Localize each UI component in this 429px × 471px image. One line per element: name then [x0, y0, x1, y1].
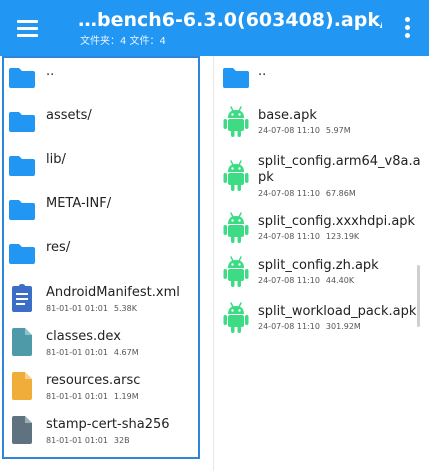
file-date: 81-01-01 01:01 [46, 348, 108, 357]
file-size: 32B [113, 436, 130, 445]
file-size: 5.97M [325, 126, 351, 135]
folder-icon [9, 156, 35, 176]
android-icon [223, 212, 249, 243]
list-item-parent-folder[interactable]: .. [4, 58, 198, 90]
android-icon [223, 302, 249, 333]
list-item-parent-folder[interactable]: .. [214, 58, 429, 90]
file-name: base.apk [258, 108, 317, 123]
file-name: assets/ [46, 108, 92, 123]
file-meta: 24-07-08 11:10 5.97M [258, 126, 351, 136]
xml-document-icon [12, 284, 32, 312]
file-name: .. [258, 64, 267, 79]
list-item-base-apk[interactable]: base.apk 24-07-08 11:10 5.97M [214, 102, 429, 142]
list-item-split-config-xxxhdpi[interactable]: split_config.xxxhdpi.apk 24-07-08 11:10 1… [214, 208, 429, 248]
list-item-split-config-arm64[interactable]: split_config.arm64_v8a.apk 24-07-08 11:1… [214, 148, 429, 204]
file-size: 5.38K [113, 304, 137, 313]
file-meta: 81-01-01 01:01 32B [46, 436, 130, 446]
file-date: 24-07-08 11:10 [258, 322, 320, 331]
file-name: split_config.arm64_v8a.apk [258, 154, 421, 185]
file-meta: 24-07-08 11:10 301.92M [258, 322, 361, 332]
file-size: 4.67M [113, 348, 139, 357]
file-date: 81-01-01 01:01 [46, 436, 108, 445]
folder-icon [223, 68, 249, 88]
list-item-android-manifest[interactable]: AndroidManifest.xml 81-01-01 01:01 5.38K [4, 278, 198, 318]
list-item-split-config-zh[interactable]: split_config.zh.apk 24-07-08 11:10 44.40K [214, 252, 429, 292]
file-name: split_workload_pack.apk [258, 304, 417, 319]
file-name: AndroidManifest.xml [46, 285, 180, 300]
file-name: split_config.xxxhdpi.apk [258, 214, 416, 229]
file-name: .. [46, 64, 55, 79]
file-name: res/ [46, 240, 71, 255]
file-name: stamp-cert-sha256 [46, 417, 170, 432]
file-date: 81-01-01 01:01 [46, 304, 108, 313]
file-date: 24-07-08 11:10 [258, 189, 320, 198]
folder-icon [9, 200, 35, 220]
file-size: 123.19K [325, 232, 360, 241]
file-date: 81-01-01 01:01 [46, 392, 108, 401]
file-size: 67.86M [325, 189, 356, 198]
hamburger-menu-icon[interactable] [14, 14, 42, 42]
folder-file-count: 文件夹：4 文件：4 [80, 36, 166, 47]
file-date: 24-07-08 11:10 [258, 276, 320, 285]
list-item-meta-inf[interactable]: META-INF/ [4, 190, 198, 222]
file-date: 24-07-08 11:10 [258, 232, 320, 241]
list-item-res[interactable]: res/ [4, 234, 198, 266]
file-name: split_config.zh.apk [258, 258, 379, 273]
android-icon [223, 256, 249, 287]
file-size: 44.40K [325, 276, 355, 285]
more-vert-icon[interactable] [398, 13, 416, 41]
document-icon [12, 372, 32, 400]
file-size: 301.92M [325, 322, 361, 331]
folder-icon [9, 68, 35, 88]
left-file-pane[interactable]: .. assets/ lib/ META-INF/ res/ AndroidMa… [2, 56, 200, 459]
right-file-pane[interactable]: .. base.apk 24-07-08 11:10 5.97M split_c… [214, 56, 429, 471]
list-item-assets[interactable]: assets/ [4, 102, 198, 134]
app-bar: …bench6-6.3.0(603408).apk/ 文件夹：4 文件：4 [0, 0, 429, 56]
folder-icon [9, 112, 35, 132]
scrollbar-thumb[interactable] [417, 265, 420, 327]
file-date: 24-07-08 11:10 [258, 126, 320, 135]
file-meta: 81-01-01 01:01 1.19M [46, 392, 139, 402]
list-item-split-workload-pack[interactable]: split_workload_pack.apk 24-07-08 11:10 30… [214, 298, 429, 338]
file-meta: 81-01-01 01:01 5.38K [46, 304, 137, 314]
file-meta: 24-07-08 11:10 67.86M [258, 189, 356, 199]
file-size: 1.19M [113, 392, 139, 401]
file-name: classes.dex [46, 329, 121, 344]
document-icon [12, 328, 32, 356]
android-icon [223, 160, 249, 191]
list-item-stamp-cert[interactable]: stamp-cert-sha256 81-01-01 01:01 32B [4, 410, 198, 450]
list-item-resources-arsc[interactable]: resources.arsc 81-01-01 01:01 1.19M [4, 366, 198, 406]
android-icon [223, 106, 249, 137]
list-item-classes-dex[interactable]: classes.dex 81-01-01 01:01 4.67M [4, 322, 198, 362]
file-meta: 24-07-08 11:10 123.19K [258, 232, 359, 242]
file-meta: 81-01-01 01:01 4.67M [46, 348, 139, 358]
document-icon [12, 416, 32, 444]
folder-icon [9, 244, 35, 264]
file-meta: 24-07-08 11:10 44.40K [258, 276, 354, 286]
list-item-lib[interactable]: lib/ [4, 146, 198, 178]
page-title: …bench6-6.3.0(603408).apk/ [78, 9, 382, 31]
file-name: META-INF/ [46, 196, 112, 211]
file-name: lib/ [46, 152, 66, 167]
file-name: resources.arsc [46, 373, 141, 388]
